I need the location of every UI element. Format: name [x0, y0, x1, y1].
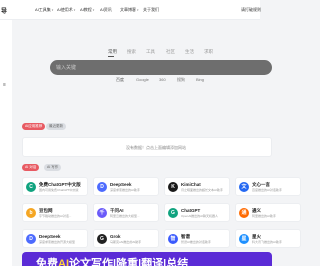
chatgpt-icon: G	[168, 208, 178, 218]
deepseek-icon: D	[26, 234, 36, 244]
search-tab-community[interactable]: 社区	[166, 49, 175, 55]
tool-desc: 科大讯飞推出的AI助手	[252, 240, 282, 244]
doubao-icon: b	[26, 208, 36, 218]
grok-icon: G	[97, 234, 107, 244]
search-tab-tools[interactable]: 工具	[146, 49, 155, 55]
tool-desc: OpenAI推出的AI聊天机器人	[181, 214, 219, 218]
section1-tab-recommend[interactable]: AI应用推荐	[22, 123, 46, 130]
section2-tab-chat[interactable]: AI 对话	[22, 164, 40, 171]
tool-title: DeepSeek	[39, 234, 61, 239]
empty-notice-text[interactable]: 没有数据！点击上面编辑添加网站	[126, 145, 186, 151]
tool-desc: 深度求索推出的开源大模型	[39, 240, 76, 244]
search-tab-common[interactable]: 常用	[108, 49, 117, 55]
tool-title: ChatGPT	[181, 208, 201, 213]
qianwen-icon: 千	[97, 208, 107, 218]
kimi-icon: K	[168, 182, 178, 192]
tool-card[interactable]: 星 星火 科大讯飞推出的AI助手	[235, 229, 301, 248]
sidebar: ≡	[0, 20, 12, 266]
engine-bing[interactable]: Bing	[196, 77, 204, 82]
chevron-down-icon: ▾	[92, 8, 95, 12]
tool-card[interactable]: 千 千问AI 阿里云推出的大模型...	[93, 203, 159, 222]
nav-item-ai-news[interactable]: AI资讯	[100, 7, 112, 13]
site-logo[interactable]: 导	[1, 6, 7, 15]
tongyi-icon: 通	[239, 208, 249, 218]
tool-title: DeepSeek	[110, 182, 132, 187]
search-tab-search[interactable]: 搜索	[127, 49, 136, 55]
engine-baidu[interactable]: 百度	[116, 77, 124, 83]
chevron-down-icon: ▾	[51, 8, 54, 12]
tool-title: Grok	[110, 234, 121, 239]
tool-desc: 国内可用免费ChatGPT中文版	[39, 188, 79, 192]
tool-desc: 智谱AI推出的对话助手	[181, 240, 211, 244]
tool-desc: 百度推出的AI对话助手	[252, 188, 282, 192]
tool-title: KimiChat	[181, 182, 201, 187]
nav-item-ai-tutorials[interactable]: AI教程▾	[80, 7, 94, 13]
tool-desc: 深度求索推出的AI助手	[110, 188, 140, 192]
tool-card[interactable]: 通 通义 阿里推出的AI助手	[235, 203, 301, 222]
xinghuo-icon: 星	[239, 234, 249, 244]
nav-item-ai-usage[interactable]: AI使用术▾	[57, 7, 75, 13]
promo-banner-text[interactable]: 免费AI论文写作|降重|翻译|总结	[36, 255, 188, 266]
nav-item-about[interactable]: 关于我们	[143, 7, 159, 13]
tool-card[interactable]: G ChatGPT OpenAI推出的AI聊天机器人	[164, 203, 230, 222]
tool-card[interactable]: G Grok 马斯克xAI推出的AI助手	[93, 229, 159, 248]
tool-desc: 阿里推出的AI助手	[252, 214, 276, 218]
tool-card[interactable]: C 免费ChatGPT中文版 国内可用免费ChatGPT中文版	[22, 177, 88, 196]
tool-desc: 马斯克xAI推出的AI助手	[110, 240, 142, 244]
zhipu-icon: 智	[168, 234, 178, 244]
tool-card[interactable]: 智 智谱 智谱AI推出的对话助手	[164, 229, 230, 248]
section1-tab-recent[interactable]: 最近更新	[46, 123, 66, 130]
top-navbar: 导 AI工具集▾ AI使用术▾ AI教程▾ AI资讯 文章博客▾ 关于我们 请打…	[0, 0, 261, 20]
search-tab-jobs[interactable]: 求职	[204, 49, 213, 55]
engine-360[interactable]: 360	[159, 77, 166, 82]
tool-card[interactable]: D DeepSeek 深度求索推出的AI助手	[93, 177, 159, 196]
engine-sogou[interactable]: 搜狗	[177, 77, 185, 83]
tool-desc: 字节跳动推出的AI对话...	[39, 214, 72, 218]
engine-google[interactable]: Google	[136, 77, 149, 82]
wenxin-icon: 文	[239, 182, 249, 192]
tool-card[interactable]: K KimiChat 月之暗面推出的超长文本AI助手	[164, 177, 230, 196]
tool-desc: 阿里云推出的大模型...	[110, 214, 140, 218]
search-input[interactable]: 输入关键	[56, 64, 76, 71]
chevron-down-icon: ▾	[73, 8, 76, 12]
tool-card[interactable]: D DeepSeek 深度求索推出的开源大模型	[22, 229, 88, 248]
nav-item-ai-tools[interactable]: AI工具集▾	[35, 7, 53, 13]
nav-item-articles[interactable]: 文章博客▾	[120, 7, 139, 13]
search-bar[interactable]	[50, 60, 272, 75]
section2-tab-writing[interactable]: AI 写作	[44, 164, 62, 171]
tool-card[interactable]: b 豆包网 字节跳动推出的AI对话...	[22, 203, 88, 222]
chatgpt-icon: C	[26, 182, 36, 192]
tool-desc: 月之暗面推出的超长文本AI助手	[181, 188, 223, 192]
header-right-link[interactable]: 请打破规则	[241, 7, 261, 13]
menu-icon[interactable]: ≡	[3, 82, 6, 88]
search-tab-life[interactable]: 生活	[185, 49, 194, 55]
active-tab-indicator	[108, 56, 114, 57]
chevron-down-icon: ▾	[137, 8, 139, 12]
deepseek-icon: D	[97, 182, 107, 192]
tool-card[interactable]: 文 文心一言 百度推出的AI对话助手	[235, 177, 301, 196]
